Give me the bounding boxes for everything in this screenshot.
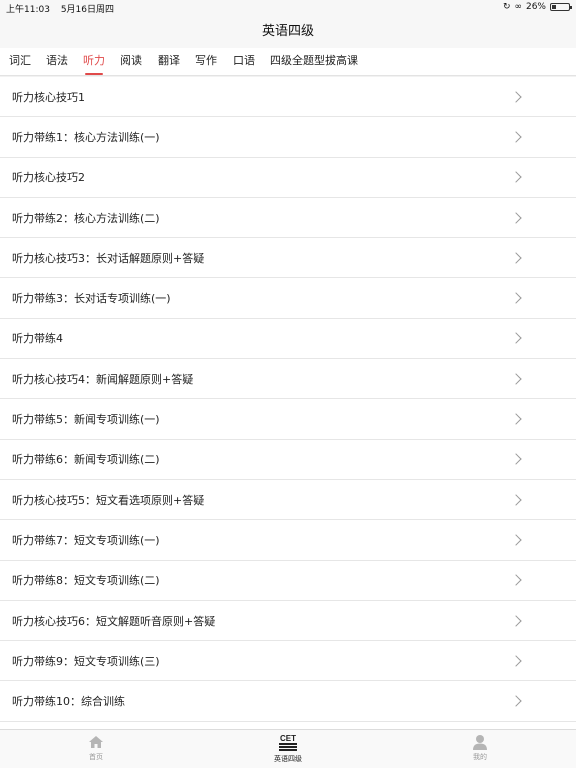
tab-grammar[interactable]: 语法 [46, 48, 68, 75]
chevron-right-icon [510, 493, 522, 506]
battery-percent: 26% [525, 2, 546, 12]
status-date: 5月16日周四 [60, 5, 114, 15]
list-item[interactable]: 听力核心技巧2 [0, 157, 576, 198]
list-item-label: 听力核心技巧1 [12, 90, 85, 104]
cet-icon: CET [279, 734, 297, 751]
list-item[interactable]: 听力带练5：新闻专项训练(一) [0, 399, 576, 440]
chevron-right-icon [510, 292, 522, 304]
chevron-right-icon [510, 252, 522, 264]
list-item[interactable]: 听力带练3：长对话专项训练(一) [0, 278, 576, 319]
list-item[interactable]: 听力带练9：短文专项训练(三) [0, 641, 576, 682]
tab-speaking[interactable]: 口语 [233, 48, 255, 75]
chevron-right-icon [510, 413, 522, 425]
tab-writing[interactable]: 写作 [195, 48, 217, 75]
bottom-tab-bar: 首页 CET 英语四级 我的 [0, 729, 576, 768]
tab-reading[interactable]: 阅读 [120, 48, 142, 75]
tabbar-home[interactable]: 首页 [56, 734, 136, 762]
list-item[interactable]: 听力带练4 [0, 318, 576, 360]
list-item-label: 听力核心技巧5：短文看选项原则+答疑 [12, 493, 205, 507]
chevron-right-icon [510, 453, 522, 465]
list-item[interactable]: 听力带练7：短文专项训练(一) [0, 520, 576, 561]
list-item[interactable]: 听力带练2：核心方法训练(二) [0, 197, 576, 239]
link-icon: ∞ [514, 1, 522, 12]
list-item-label: 听力带练8：短文专项训练(二) [12, 574, 160, 588]
list-item[interactable]: 听力核心技巧6：短文解题听音原则+答疑 [0, 600, 576, 642]
home-icon [89, 736, 103, 748]
list-item[interactable]: 听力核心技巧4：新闻解题原则+答疑 [0, 359, 576, 400]
list-item-label: 听力带练3：长对话专项训练(一) [12, 292, 171, 306]
battery-icon [550, 3, 572, 11]
list-item-label: 听力带练4 [12, 332, 63, 346]
list-item[interactable]: 听力核心技巧1 [0, 77, 576, 118]
list-item-label: 听力带练6：新闻专项训练(二) [12, 453, 160, 467]
tabbar-me[interactable]: 我的 [440, 734, 520, 762]
list-item[interactable]: 听力带练8：短文专项训练(二) [0, 560, 576, 601]
chevron-right-icon [510, 211, 522, 224]
list-item[interactable]: 听力带练6：新闻专项训练(二) [0, 439, 576, 480]
chevron-right-icon [510, 534, 522, 546]
list-item-label: 听力带练2：核心方法训练(二) [12, 211, 160, 225]
list-item[interactable]: 听力带练10：综合训练 [0, 681, 576, 722]
list-item-label: 听力核心技巧2 [12, 171, 85, 185]
list-item-label: 听力核心技巧6：短文解题听音原则+答疑 [12, 614, 216, 628]
chevron-right-icon [510, 655, 522, 667]
list-item-label: 听力带练7：短文专项训练(一) [12, 533, 160, 547]
tab-advanced-course[interactable]: 四级全题型拔高课 [270, 48, 358, 75]
rotation-lock-icon: ↻ [502, 1, 511, 12]
chevron-right-icon [510, 131, 522, 143]
tabbar-cet-label: 英语四级 [274, 755, 302, 763]
chevron-right-icon [510, 90, 522, 103]
chevron-right-icon [510, 574, 522, 586]
chevron-right-icon [510, 171, 522, 183]
tab-listening[interactable]: 听力 [83, 48, 105, 75]
category-tabs: 词汇 语法 听力 阅读 翻译 写作 口语 四级全题型拔高课 [0, 48, 576, 76]
list-item[interactable]: 听力带练1：核心方法训练(一) [0, 117, 576, 158]
chevron-right-icon [510, 373, 522, 385]
svg-text:CET: CET [280, 734, 296, 743]
user-icon [473, 735, 487, 750]
list-item-label: 听力带练1：核心方法训练(一) [12, 130, 160, 144]
status-bar: 上午11:03 5月16日周四 ↻ ∞ 26% [0, 0, 576, 16]
page-title: 英语四级 [261, 24, 314, 39]
chevron-right-icon [510, 695, 522, 707]
list-item-label: 听力核心技巧3：长对话解题原则+答疑 [12, 251, 205, 265]
list-item-label: 听力带练9：短文专项训练(三) [12, 654, 160, 668]
chevron-right-icon [510, 614, 522, 627]
list-item[interactable]: 听力核心技巧3：长对话解题原则+答疑 [0, 238, 576, 279]
tabbar-me-label: 我的 [473, 753, 487, 761]
tabbar-home-label: 首页 [89, 753, 103, 761]
lesson-list: 听力核心技巧1 听力带练1：核心方法训练(一) 听力核心技巧2 听力带练2：核心方法训… [0, 77, 576, 729]
list-item-label: 听力带练5：新闻专项训练(一) [12, 413, 160, 427]
active-tab-indicator [85, 73, 103, 75]
navigation-bar: 英语四级 [0, 16, 576, 48]
tabbar-cet[interactable]: CET 英语四级 [248, 734, 328, 764]
list-item[interactable]: 听力核心技巧5：短文看选项原则+答疑 [0, 479, 576, 521]
tab-translation[interactable]: 翻译 [158, 48, 180, 75]
list-item-label: 听力核心技巧4：新闻解题原则+答疑 [12, 372, 194, 386]
list-item-label: 听力带练10：综合训练 [12, 695, 125, 709]
chevron-right-icon [510, 332, 522, 345]
tab-vocabulary[interactable]: 词汇 [9, 48, 31, 75]
status-time: 上午11:03 [6, 5, 50, 15]
